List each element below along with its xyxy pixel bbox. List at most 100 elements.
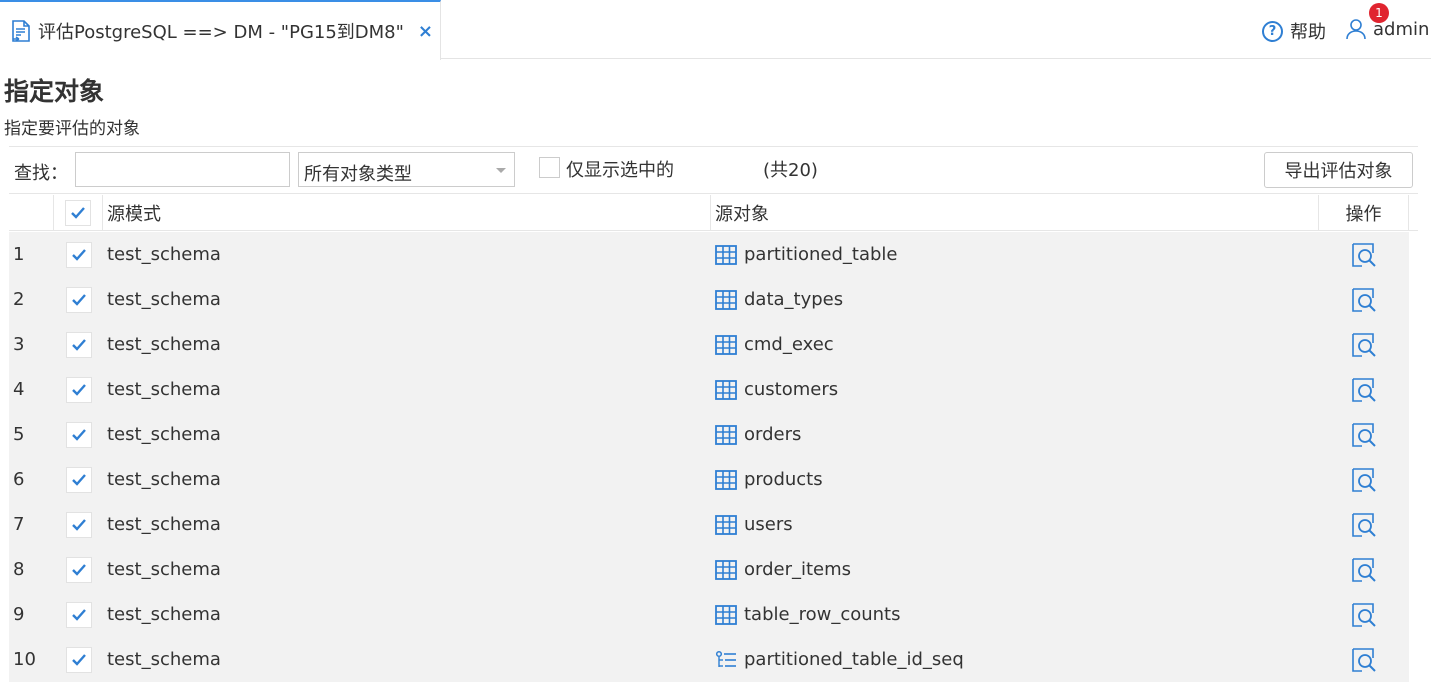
row-checkbox[interactable] bbox=[65, 421, 92, 448]
row-object-name: customers bbox=[744, 379, 839, 400]
row-op bbox=[1319, 277, 1409, 322]
table-row[interactable]: 3 test_schema cmd_exec bbox=[9, 322, 1409, 367]
table-icon bbox=[715, 424, 737, 445]
row-index: 10 bbox=[13, 649, 36, 670]
view-detail-icon[interactable] bbox=[1351, 332, 1377, 358]
header-object[interactable]: 源对象 bbox=[711, 195, 1319, 230]
header-schema[interactable]: 源模式 bbox=[103, 195, 711, 230]
table-row[interactable]: 10 test_schema partitioned_table_id_seq bbox=[9, 637, 1409, 682]
row-select[interactable] bbox=[54, 637, 103, 682]
row-object-name: orders bbox=[744, 424, 802, 445]
table-row[interactable]: 6 test_schema products bbox=[9, 457, 1409, 502]
row-object-name: order_items bbox=[744, 559, 852, 580]
row-select[interactable] bbox=[54, 277, 103, 322]
table-row[interactable]: 4 test_schema customers bbox=[9, 367, 1409, 412]
sequence-icon bbox=[715, 650, 736, 667]
check-icon bbox=[71, 428, 86, 441]
view-detail-icon[interactable] bbox=[1351, 602, 1377, 628]
row-select[interactable] bbox=[54, 547, 103, 592]
row-object-name: cmd_exec bbox=[744, 334, 834, 355]
row-object: partitioned_table_id_seq bbox=[711, 637, 1319, 682]
row-checkbox[interactable] bbox=[65, 601, 92, 628]
user-icon bbox=[1346, 19, 1366, 40]
row-schema: test_schema bbox=[107, 514, 221, 535]
row-select[interactable] bbox=[54, 592, 103, 637]
header-select-all[interactable] bbox=[54, 195, 103, 230]
row-select[interactable] bbox=[54, 232, 103, 277]
row-checkbox[interactable] bbox=[65, 646, 92, 673]
view-detail-icon[interactable] bbox=[1351, 467, 1377, 493]
row-op bbox=[1319, 412, 1409, 457]
table-icon bbox=[715, 379, 737, 400]
check-icon bbox=[71, 248, 86, 261]
table-row[interactable]: 2 test_schema data_types bbox=[9, 277, 1409, 322]
table-icon bbox=[715, 514, 737, 535]
tab-title: 评估PostgreSQL ==> DM - "PG15到DM8" bbox=[38, 22, 404, 43]
view-detail-icon[interactable] bbox=[1351, 377, 1377, 403]
table-row[interactable]: 9 test_schema table_row_counts bbox=[9, 592, 1409, 637]
row-object: orders bbox=[711, 412, 1319, 457]
view-detail-icon[interactable] bbox=[1351, 287, 1377, 313]
table-icon bbox=[715, 289, 737, 310]
notification-badge[interactable]: 1 bbox=[1369, 3, 1389, 23]
row-checkbox[interactable] bbox=[65, 331, 92, 358]
row-select[interactable] bbox=[54, 502, 103, 547]
search-input[interactable] bbox=[75, 152, 290, 187]
row-checkbox[interactable] bbox=[65, 241, 92, 268]
row-object: partitioned_table bbox=[711, 232, 1319, 277]
view-detail-icon[interactable] bbox=[1351, 512, 1377, 538]
check-icon bbox=[71, 473, 86, 486]
row-select[interactable] bbox=[54, 412, 103, 457]
view-detail-icon[interactable] bbox=[1351, 242, 1377, 268]
row-checkbox[interactable] bbox=[65, 376, 92, 403]
row-object: cmd_exec bbox=[711, 322, 1319, 367]
only-selected-checkbox[interactable] bbox=[539, 156, 560, 178]
row-object: data_types bbox=[711, 277, 1319, 322]
header-index bbox=[9, 195, 54, 230]
row-op bbox=[1319, 457, 1409, 502]
view-detail-icon[interactable] bbox=[1351, 422, 1377, 448]
row-object-name: data_types bbox=[744, 289, 844, 310]
filter-bar: 查找： 所有对象类型 仅显示选中的 (共20) 导出评估对象 bbox=[9, 146, 1418, 194]
help-link[interactable]: ? 帮助 bbox=[1262, 18, 1326, 44]
row-checkbox[interactable] bbox=[65, 511, 92, 538]
table-row[interactable]: 8 test_schema order_items bbox=[9, 547, 1409, 592]
row-object-name: partitioned_table bbox=[744, 244, 898, 265]
close-icon[interactable]: × bbox=[418, 21, 433, 42]
row-op bbox=[1319, 232, 1409, 277]
row-checkbox[interactable] bbox=[65, 556, 92, 583]
row-object-name: partitioned_table_id_seq bbox=[744, 649, 964, 670]
row-object: table_row_counts bbox=[711, 592, 1319, 637]
row-select[interactable] bbox=[54, 457, 103, 502]
check-icon bbox=[71, 563, 86, 576]
row-object: customers bbox=[711, 367, 1319, 412]
export-button[interactable]: 导出评估对象 bbox=[1264, 152, 1413, 188]
view-detail-icon[interactable] bbox=[1351, 557, 1377, 583]
table-icon bbox=[715, 334, 737, 355]
row-select[interactable] bbox=[54, 322, 103, 367]
table-row[interactable]: 5 test_schema orders bbox=[9, 412, 1409, 457]
only-selected-label: 仅显示选中的 bbox=[566, 160, 674, 181]
row-index: 7 bbox=[13, 514, 25, 535]
row-index: 6 bbox=[13, 469, 25, 490]
check-icon bbox=[71, 518, 86, 531]
user-menu[interactable]: admin bbox=[1345, 18, 1429, 40]
row-object: order_items bbox=[711, 547, 1319, 592]
only-selected-toggle[interactable]: 仅显示选中的 bbox=[539, 156, 674, 182]
row-schema: test_schema bbox=[107, 379, 221, 400]
row-select[interactable] bbox=[54, 367, 103, 412]
table-body: 1 test_schema partitioned_table 2 test_schem… bbox=[9, 232, 1409, 682]
row-checkbox[interactable] bbox=[65, 286, 92, 313]
table-row[interactable]: 1 test_schema partitioned_table bbox=[9, 232, 1409, 277]
row-index: 4 bbox=[13, 379, 25, 400]
row-index: 2 bbox=[13, 289, 25, 310]
view-detail-icon[interactable] bbox=[1351, 647, 1377, 673]
row-index: 3 bbox=[13, 334, 25, 355]
table-header: 源模式 源对象 操作 bbox=[9, 195, 1418, 231]
table-row[interactable]: 7 test_schema users bbox=[9, 502, 1409, 547]
object-type-select[interactable]: 所有对象类型 bbox=[298, 152, 515, 187]
select-all-checkbox[interactable] bbox=[65, 199, 91, 226]
row-schema: test_schema bbox=[107, 469, 221, 490]
tab-assessment[interactable]: 评估PostgreSQL ==> DM - "PG15到DM8" × bbox=[0, 0, 441, 60]
row-checkbox[interactable] bbox=[65, 466, 92, 493]
